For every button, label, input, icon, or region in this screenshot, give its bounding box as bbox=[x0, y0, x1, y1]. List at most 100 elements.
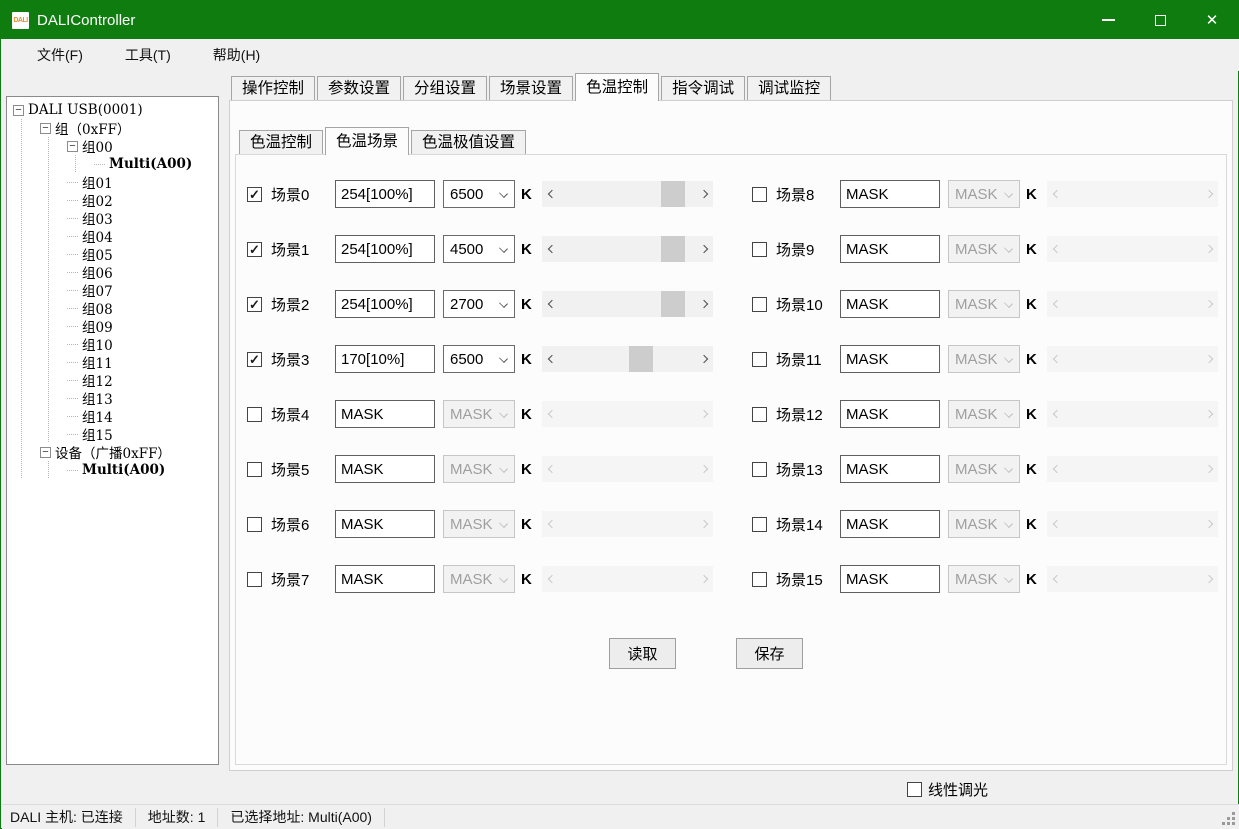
scene-checkbox[interactable]: ✓ bbox=[247, 297, 262, 312]
scene-checkbox[interactable] bbox=[247, 407, 262, 422]
tab-main-1[interactable]: 参数设置 bbox=[317, 76, 401, 100]
scrollbar-track[interactable] bbox=[559, 291, 696, 317]
scene-kelvin-select[interactable]: MASK bbox=[948, 400, 1020, 428]
scrollbar-track[interactable] bbox=[559, 181, 696, 207]
tab-sub-2[interactable]: 色温极值设置 bbox=[411, 130, 526, 154]
scrollbar-left-arrow-icon[interactable] bbox=[542, 181, 559, 207]
scene-checkbox[interactable] bbox=[752, 462, 767, 477]
tree-node[interactable]: Multi(A00) bbox=[13, 155, 218, 173]
scrollbar-right-arrow-icon[interactable] bbox=[696, 236, 713, 262]
tab-main-2[interactable]: 分组设置 bbox=[403, 76, 487, 100]
tree-node[interactable]: −设备（广播0xFF） bbox=[13, 443, 218, 461]
tree-expander-icon[interactable]: − bbox=[13, 105, 24, 116]
maximize-button[interactable] bbox=[1134, 1, 1186, 39]
tree-node[interactable]: 组07 bbox=[13, 281, 218, 299]
tree-node[interactable]: 组04 bbox=[13, 227, 218, 245]
minimize-button[interactable] bbox=[1082, 1, 1134, 39]
tab-main-4[interactable]: 色温控制 bbox=[575, 73, 659, 101]
tab-sub-0[interactable]: 色温控制 bbox=[239, 130, 323, 154]
scene-checkbox[interactable] bbox=[752, 407, 767, 422]
scene-level-input[interactable] bbox=[840, 290, 940, 318]
tree-node[interactable]: 组01 bbox=[13, 173, 218, 191]
scene-level-input[interactable] bbox=[840, 400, 940, 428]
scene-level-input[interactable] bbox=[335, 565, 435, 593]
scrollbar-right-arrow-icon[interactable] bbox=[696, 346, 713, 372]
scene-level-input[interactable] bbox=[840, 510, 940, 538]
tab-main-6[interactable]: 调试监控 bbox=[747, 76, 831, 100]
scene-checkbox[interactable] bbox=[247, 572, 262, 587]
scene-checkbox[interactable]: ✓ bbox=[247, 187, 262, 202]
scrollbar-thumb[interactable] bbox=[661, 291, 685, 317]
tree-node[interactable]: Multi(A00) bbox=[13, 461, 218, 479]
tree-node[interactable]: −DALI USB(0001) bbox=[13, 101, 218, 119]
scene-kelvin-select[interactable]: MASK bbox=[948, 290, 1020, 318]
scene-kelvin-select[interactable]: MASK bbox=[948, 565, 1020, 593]
scene-level-input[interactable] bbox=[840, 565, 940, 593]
tree-node[interactable]: 组15 bbox=[13, 425, 218, 443]
tab-main-3[interactable]: 场景设置 bbox=[489, 76, 573, 100]
scrollbar-track[interactable] bbox=[559, 346, 696, 372]
tree-node[interactable]: 组09 bbox=[13, 317, 218, 335]
scrollbar-thumb[interactable] bbox=[629, 346, 653, 372]
scene-kelvin-select[interactable]: MASK bbox=[948, 510, 1020, 538]
scene-kelvin-select[interactable]: 4500 bbox=[443, 235, 515, 263]
scene-checkbox[interactable] bbox=[752, 352, 767, 367]
scene-kelvin-select[interactable]: MASK bbox=[443, 510, 515, 538]
scrollbar-right-arrow-icon[interactable] bbox=[696, 181, 713, 207]
scrollbar-right-arrow-icon[interactable] bbox=[696, 291, 713, 317]
scrollbar-left-arrow-icon[interactable] bbox=[542, 236, 559, 262]
scene-level-input[interactable] bbox=[840, 345, 940, 373]
scrollbar-thumb[interactable] bbox=[661, 236, 685, 262]
scene-kelvin-select[interactable]: MASK bbox=[948, 455, 1020, 483]
scene-kelvin-select[interactable]: MASK bbox=[443, 400, 515, 428]
kelvin-scrollbar[interactable] bbox=[542, 291, 713, 317]
menu-item-1[interactable]: 工具(T) bbox=[115, 41, 181, 69]
scene-checkbox[interactable] bbox=[752, 517, 767, 532]
tree-node[interactable]: 组06 bbox=[13, 263, 218, 281]
scrollbar-left-arrow-icon[interactable] bbox=[542, 346, 559, 372]
read-button[interactable]: 读取 bbox=[609, 638, 676, 669]
save-button[interactable]: 保存 bbox=[736, 638, 803, 669]
kelvin-scrollbar[interactable] bbox=[542, 346, 713, 372]
scene-level-input[interactable] bbox=[335, 510, 435, 538]
tree-node[interactable]: 组02 bbox=[13, 191, 218, 209]
scene-level-input[interactable] bbox=[335, 180, 435, 208]
scene-level-input[interactable] bbox=[335, 400, 435, 428]
scene-level-input[interactable] bbox=[840, 455, 940, 483]
tab-sub-1[interactable]: 色温场景 bbox=[325, 127, 409, 155]
tree-node[interactable]: −组00 bbox=[13, 137, 218, 155]
scene-level-input[interactable] bbox=[335, 345, 435, 373]
tab-main-5[interactable]: 指令调试 bbox=[661, 76, 745, 100]
tree-node[interactable]: −组（0xFF） bbox=[13, 119, 218, 137]
scene-checkbox[interactable] bbox=[752, 187, 767, 202]
resize-grip-icon[interactable] bbox=[1221, 811, 1235, 825]
scene-checkbox[interactable]: ✓ bbox=[247, 242, 262, 257]
tree-node[interactable]: 组10 bbox=[13, 335, 218, 353]
scene-level-input[interactable] bbox=[840, 180, 940, 208]
scene-kelvin-select[interactable]: 6500 bbox=[443, 345, 515, 373]
tree-node[interactable]: 组13 bbox=[13, 389, 218, 407]
kelvin-scrollbar[interactable] bbox=[542, 181, 713, 207]
scene-kelvin-select[interactable]: MASK bbox=[443, 565, 515, 593]
scene-checkbox[interactable] bbox=[752, 242, 767, 257]
scene-kelvin-select[interactable]: 2700 bbox=[443, 290, 515, 318]
scrollbar-thumb[interactable] bbox=[661, 181, 685, 207]
tree-node[interactable]: 组12 bbox=[13, 371, 218, 389]
scene-checkbox[interactable] bbox=[247, 462, 262, 477]
tab-main-0[interactable]: 操作控制 bbox=[231, 76, 315, 100]
linear-dimming-checkbox[interactable] bbox=[907, 782, 922, 797]
scrollbar-track[interactable] bbox=[559, 236, 696, 262]
scene-kelvin-select[interactable]: MASK bbox=[948, 180, 1020, 208]
device-tree[interactable]: −DALI USB(0001)−组（0xFF）−组00Multi(A00)组01… bbox=[6, 96, 219, 765]
scene-level-input[interactable] bbox=[335, 455, 435, 483]
close-button[interactable]: ✕ bbox=[1186, 1, 1238, 39]
tree-node[interactable]: 组14 bbox=[13, 407, 218, 425]
tree-expander-icon[interactable]: − bbox=[67, 141, 78, 152]
scene-checkbox[interactable] bbox=[752, 572, 767, 587]
tree-expander-icon[interactable]: − bbox=[40, 123, 51, 134]
tree-node[interactable]: 组08 bbox=[13, 299, 218, 317]
kelvin-scrollbar[interactable] bbox=[542, 236, 713, 262]
scene-level-input[interactable] bbox=[840, 235, 940, 263]
menu-item-2[interactable]: 帮助(H) bbox=[203, 41, 270, 69]
tree-node[interactable]: 组11 bbox=[13, 353, 218, 371]
